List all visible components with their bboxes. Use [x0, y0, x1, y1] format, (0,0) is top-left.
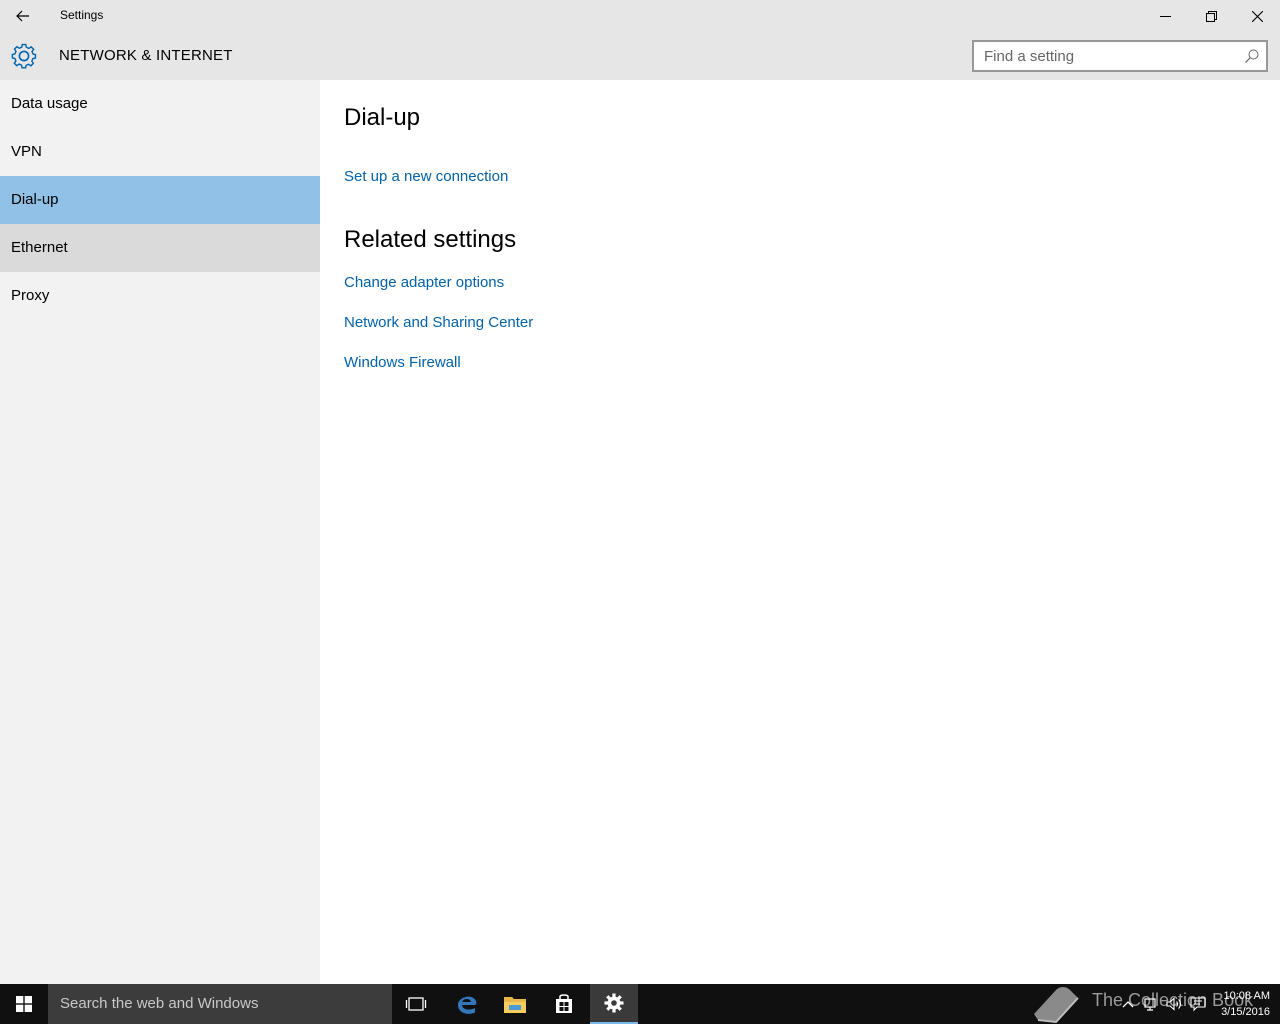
edge-icon: [458, 996, 477, 1014]
find-setting-search[interactable]: [972, 40, 1268, 72]
taskbar-search-placeholder: Search the web and Windows: [60, 995, 259, 1012]
close-button[interactable]: [1234, 0, 1280, 32]
file-explorer-button[interactable]: [491, 984, 539, 1024]
book-logo-icon: [1034, 987, 1079, 1024]
minimize-icon: [1159, 15, 1171, 17]
window-title: Settings: [60, 8, 104, 22]
taskbar: Search the web and Windows The Collectio…: [0, 984, 1280, 1024]
taskbar-search-box[interactable]: Search the web and Windows: [48, 984, 392, 1024]
windows-firewall-link[interactable]: Windows Firewall: [344, 354, 461, 371]
system-clock[interactable]: 10:08 AM 3/15/2016: [1221, 988, 1270, 1020]
edge-button[interactable]: [443, 984, 491, 1024]
sidebar: Data usage VPN Dial-up Ethernet Proxy: [0, 80, 320, 984]
volume-icon[interactable]: [1166, 996, 1182, 1012]
clock-time: 10:08 AM: [1223, 990, 1270, 1002]
file-explorer-icon: [504, 997, 526, 1013]
settings-taskbar-button[interactable]: [590, 984, 638, 1024]
settings-icon: [604, 993, 624, 1013]
clock-date: 3/15/2016: [1221, 1006, 1270, 1018]
start-button[interactable]: [0, 984, 48, 1024]
task-view-icon: [405, 997, 427, 1011]
change-adapter-options-link[interactable]: Change adapter options: [344, 274, 504, 291]
task-view-button[interactable]: [392, 984, 440, 1024]
back-arrow-icon: [16, 10, 29, 22]
network-sharing-center-link[interactable]: Network and Sharing Center: [344, 314, 533, 331]
sidebar-item-ethernet[interactable]: Ethernet: [0, 224, 320, 272]
minimize-button[interactable]: [1142, 0, 1188, 32]
windows-logo-icon: [16, 996, 32, 1012]
main-content: Dial-up Set up a new connection Related …: [320, 80, 1280, 984]
section-title: NETWORK & INTERNET: [59, 47, 233, 64]
close-icon: [1251, 10, 1263, 22]
setup-new-connection-link[interactable]: Set up a new connection: [344, 168, 508, 185]
gear-icon: [11, 43, 37, 69]
search-icon[interactable]: [1244, 48, 1260, 64]
store-button[interactable]: [540, 984, 588, 1024]
related-settings-heading: Related settings: [344, 226, 517, 253]
restore-button[interactable]: [1188, 0, 1234, 32]
store-icon: [556, 994, 572, 1013]
network-icon[interactable]: [1143, 996, 1159, 1012]
settings-header: NETWORK & INTERNET: [0, 32, 1280, 80]
restore-icon: [1205, 10, 1217, 22]
sidebar-item-proxy[interactable]: Proxy: [0, 272, 320, 320]
search-input[interactable]: [984, 46, 1234, 66]
chevron-up-icon[interactable]: [1120, 996, 1136, 1012]
sidebar-item-data-usage[interactable]: Data usage: [0, 80, 320, 128]
page-title: Dial-up: [344, 104, 421, 131]
back-button[interactable]: [0, 0, 46, 32]
title-bar: Settings: [0, 0, 1280, 32]
sidebar-item-vpn[interactable]: VPN: [0, 128, 320, 176]
action-center-icon[interactable]: [1190, 996, 1206, 1012]
sidebar-item-dial-up[interactable]: Dial-up: [0, 176, 320, 224]
